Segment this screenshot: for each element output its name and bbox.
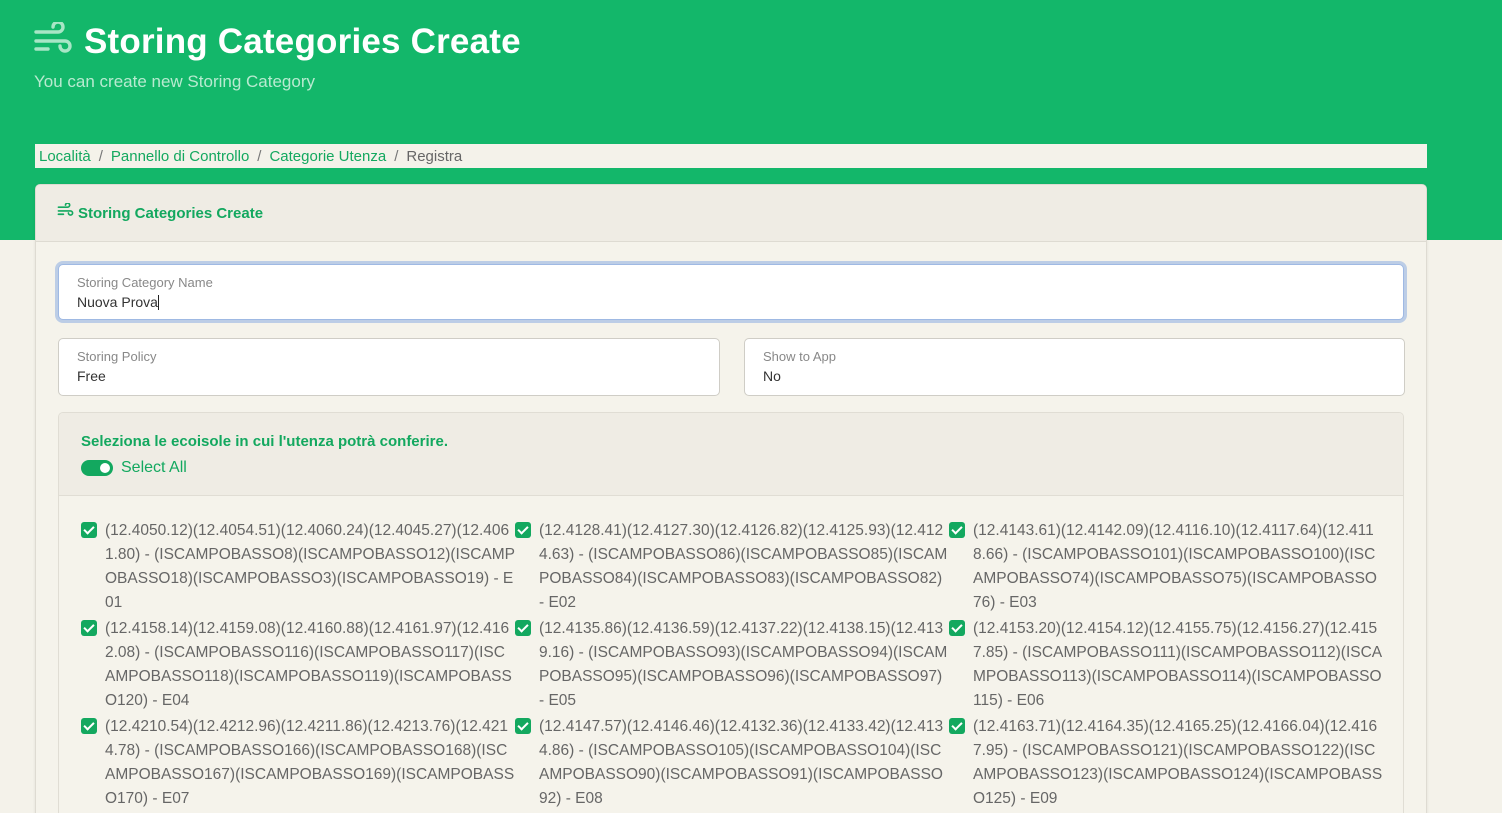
ecoisola-item-e09: (12.4163.71)(12.4164.35)(12.4165.25)(12.… [949,715,1383,811]
ecoisola-item-e07: (12.4210.54)(12.4212.96)(12.4211.86)(12.… [81,715,515,811]
ecoisola-label[interactable]: (12.4153.20)(12.4154.12)(12.4155.75)(12.… [973,617,1383,713]
storing-category-name-input[interactable]: Nuova Prova [77,294,1403,310]
breadcrumb-current: Registra [406,147,463,165]
ecoisola-checkbox[interactable] [515,620,531,636]
wind-icon [57,202,74,223]
wind-icon [34,19,72,63]
ecoisola-item-e04: (12.4158.14)(12.4159.08)(12.4160.88)(12.… [81,617,515,713]
ecoisola-label[interactable]: (12.4135.86)(12.4136.59)(12.4137.22)(12.… [539,617,949,713]
select-all-label[interactable]: Select All [121,459,187,477]
ecoisola-item-e08: (12.4147.57)(12.4146.46)(12.4132.36)(12.… [515,715,949,811]
ecoisola-label[interactable]: (12.4163.71)(12.4164.35)(12.4165.25)(12.… [973,715,1383,811]
storing-policy-value: Free [77,368,106,384]
page-subtitle: You can create new Storing Category [34,72,315,91]
text-caret [157,295,159,310]
ecoisola-label[interactable]: (12.4210.54)(12.4212.96)(12.4211.86)(12.… [105,715,515,811]
storing-category-name-field[interactable]: Storing Category Name Nuova Prova [58,264,1404,320]
ecoisola-label[interactable]: (12.4050.12)(12.4054.51)(12.4060.24)(12.… [105,519,515,615]
ecoisola-checkbox[interactable] [81,620,97,636]
ecoisola-checkbox[interactable] [81,522,97,538]
ecoisola-item-e06: (12.4153.20)(12.4154.12)(12.4155.75)(12.… [949,617,1383,713]
breadcrumb-separator: / [394,147,399,165]
ecoisola-checkbox[interactable] [949,522,965,538]
page-title-row: Storing Categories Create [34,19,521,64]
ecoisola-checkbox[interactable] [515,718,531,734]
storing-policy-select[interactable]: Storing Policy Free [58,338,720,396]
breadcrumb-link-pannello[interactable]: Pannello di Controllo [111,148,249,165]
ecoisola-item-e02: (12.4128.41)(12.4127.30)(12.4126.82)(12.… [515,519,949,615]
ecoisola-label[interactable]: (12.4128.41)(12.4127.30)(12.4126.82)(12.… [539,519,949,615]
card-title: Storing Categories Create [78,204,264,222]
show-to-app-label: Show to App [763,349,836,364]
ecoisola-label[interactable]: (12.4147.57)(12.4146.46)(12.4132.36)(12.… [539,715,949,811]
ecoisole-prompt: Seleziona le ecoisole in cui l'utenza po… [81,433,449,450]
select-all-toggle[interactable] [81,460,113,476]
show-to-app-value: No [763,368,781,384]
ecoisola-checkbox[interactable] [949,620,965,636]
storing-category-name-label: Storing Category Name [77,275,213,290]
ecoisola-label[interactable]: (12.4143.61)(12.4142.09)(12.4116.10)(12.… [973,519,1383,615]
breadcrumb-link-localita[interactable]: Località [39,148,91,165]
ecoisola-checkbox[interactable] [949,718,965,734]
ecoisole-list: (12.4050.12)(12.4054.51)(12.4060.24)(12.… [81,519,1401,811]
create-form-card: Storing Categories Create Storing Catego… [35,184,1427,813]
ecoisola-item-e01: (12.4050.12)(12.4054.51)(12.4060.24)(12.… [81,519,515,615]
storing-policy-label: Storing Policy [77,349,157,364]
breadcrumb-separator: / [98,147,103,165]
card-header: Storing Categories Create [36,185,1426,242]
breadcrumb-separator: / [257,147,262,165]
ecoisola-item-e05: (12.4135.86)(12.4136.59)(12.4137.22)(12.… [515,617,949,713]
page-title: Storing Categories Create [84,22,521,61]
select-all-row: Select All [81,459,1403,477]
ecoisola-label[interactable]: (12.4158.14)(12.4159.08)(12.4160.88)(12.… [105,617,515,713]
show-to-app-select[interactable]: Show to App No [744,338,1405,396]
ecoisola-checkbox[interactable] [515,522,531,538]
breadcrumb: Località / Pannello di Controllo / Categ… [35,144,1427,168]
ecoisola-item-e03: (12.4143.61)(12.4142.09)(12.4116.10)(12.… [949,519,1383,615]
ecoisole-panel: Seleziona le ecoisole in cui l'utenza po… [58,412,1404,813]
breadcrumb-link-categorie[interactable]: Categorie Utenza [269,148,386,165]
ecoisole-panel-header: Seleziona le ecoisole in cui l'utenza po… [59,413,1403,496]
ecoisola-checkbox[interactable] [81,718,97,734]
storing-category-name-value: Nuova Prova [77,294,158,310]
